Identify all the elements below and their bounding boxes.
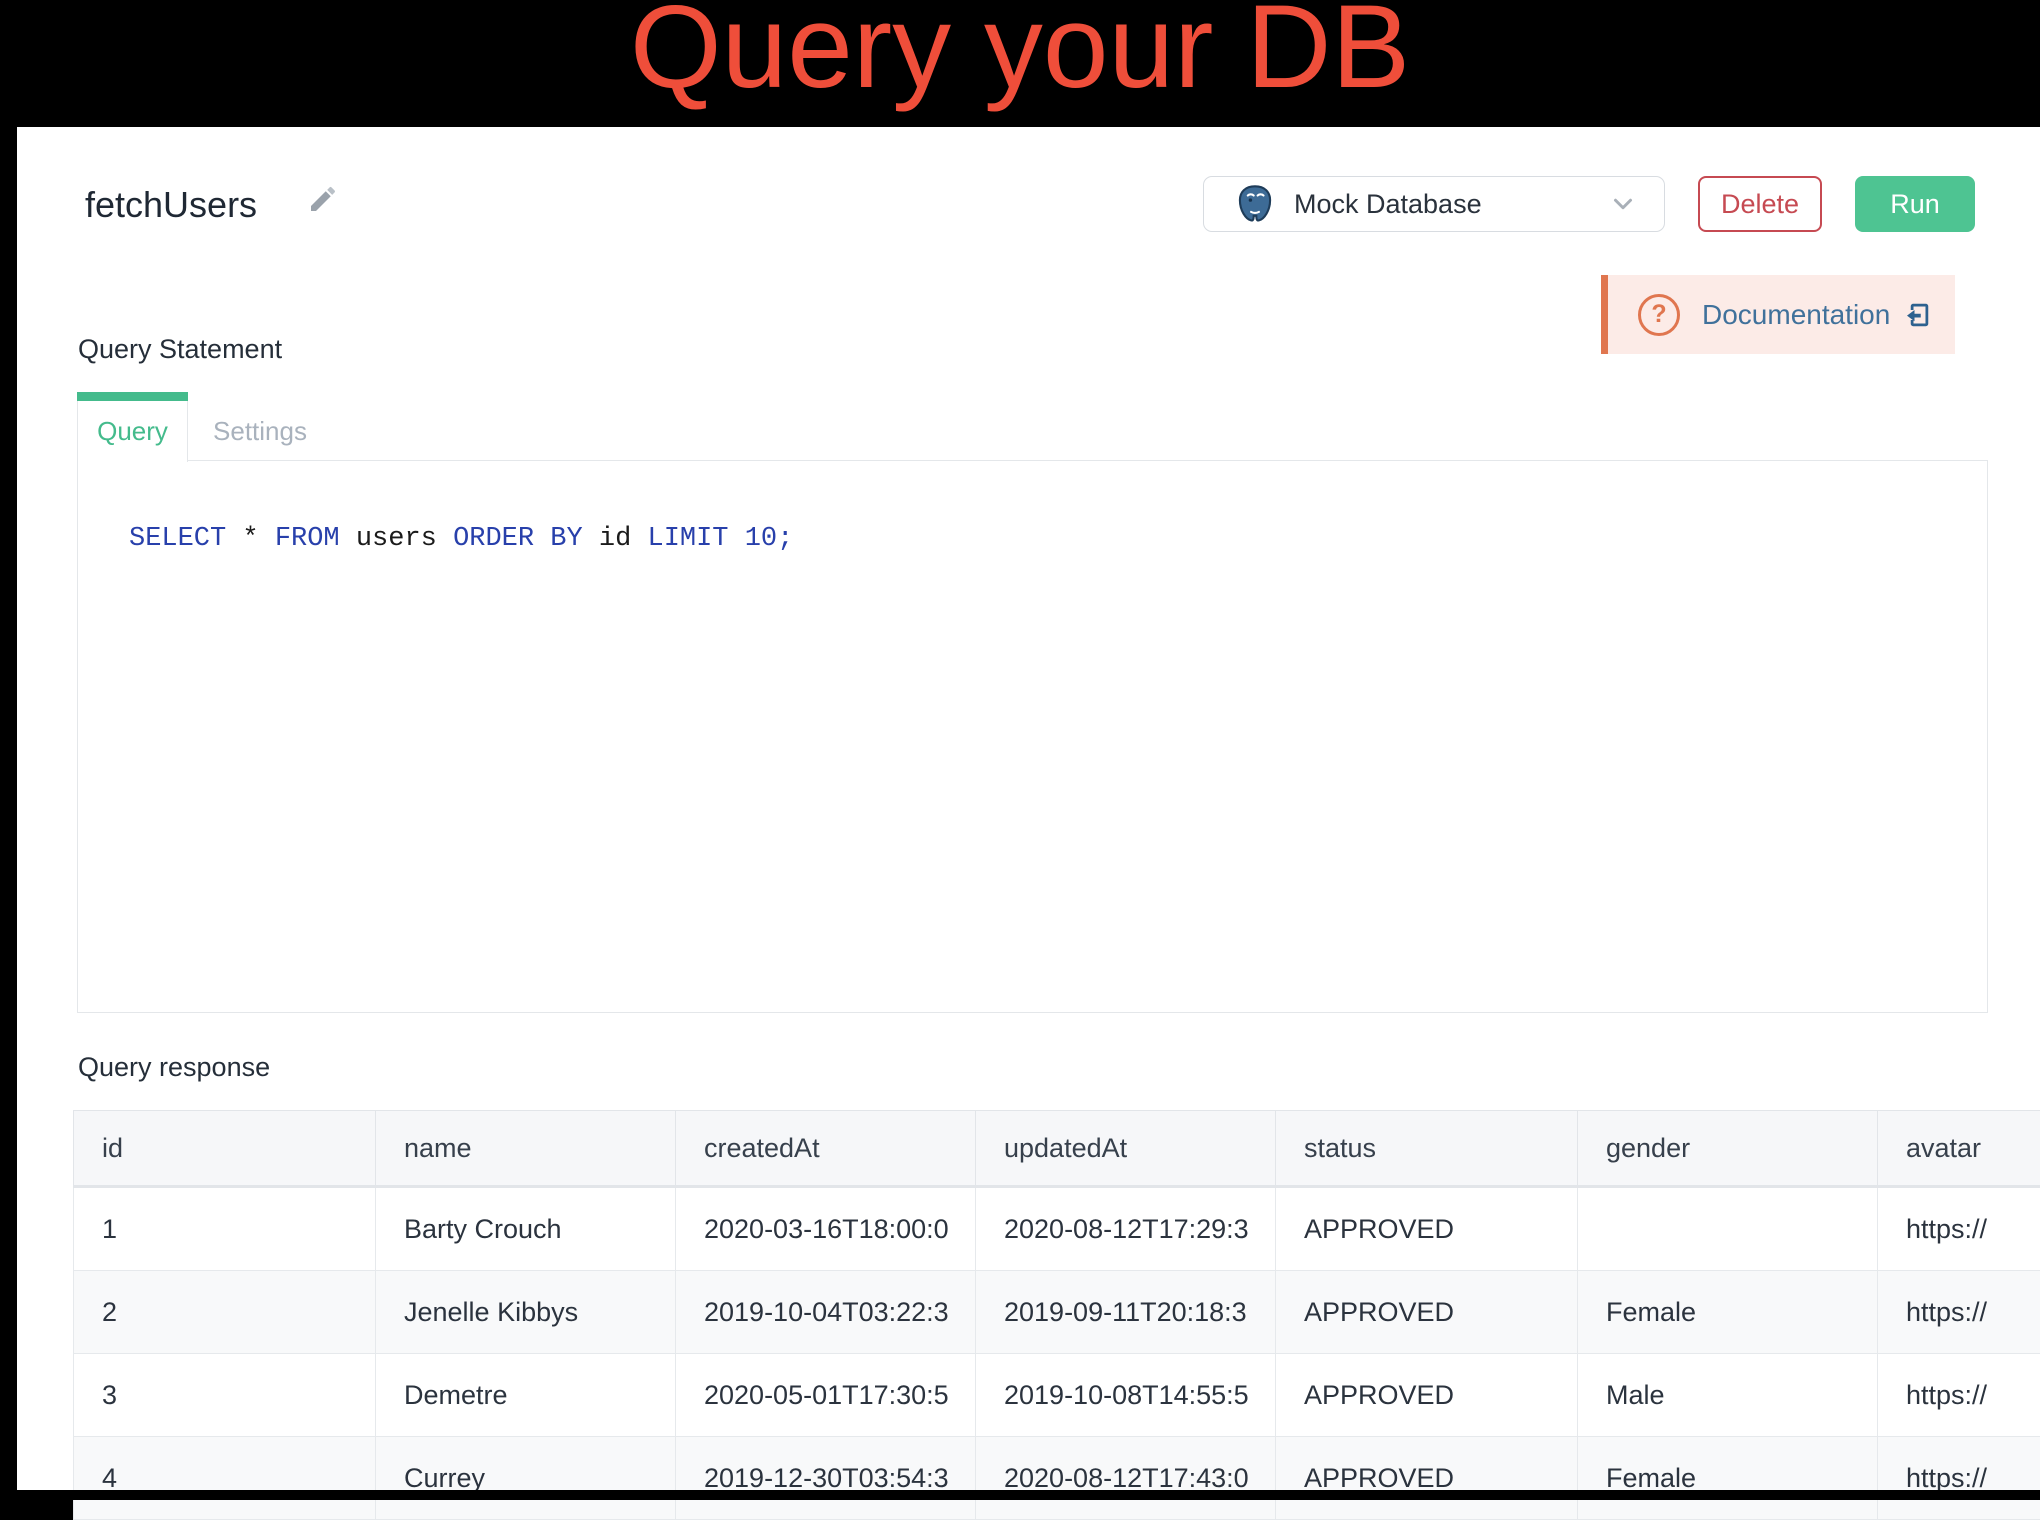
table-row: 1Barty Crouch2020-03-16T18:00:02020-08-1… xyxy=(74,1187,2040,1271)
sql-token: LIMIT xyxy=(648,524,745,554)
query-editor-panel: fetchUsers Mock Database Delete Run ? Do… xyxy=(17,127,2040,1490)
table-cell: Female xyxy=(1578,1271,1878,1354)
sql-token: users xyxy=(356,524,453,554)
table-cell: Male xyxy=(1578,1354,1878,1437)
table-cell: https:// xyxy=(1878,1354,2040,1437)
edit-query-name-icon[interactable] xyxy=(307,183,339,215)
table-cell: Jenelle Kibbys xyxy=(376,1271,676,1354)
table-cell: 2020-08-12T17:29:3 xyxy=(976,1187,1276,1271)
table-cell: APPROVED xyxy=(1276,1271,1578,1354)
table-cell: Barty Crouch xyxy=(376,1187,676,1271)
sql-token: 10; xyxy=(745,524,794,554)
column-header-updatedAt: updatedAt xyxy=(976,1111,1276,1187)
table-cell: https:// xyxy=(1878,1437,2040,1520)
sql-token: ORDER BY xyxy=(453,524,599,554)
bottom-black-bar xyxy=(0,1490,2040,1500)
open-documentation-icon xyxy=(1902,300,1932,330)
table-cell: Demetre xyxy=(376,1354,676,1437)
table-cell: 3 xyxy=(74,1354,376,1437)
sql-token: SELECT xyxy=(129,524,242,554)
table-row: 4Currey2019-12-30T03:54:32020-08-12T17:4… xyxy=(74,1437,2040,1520)
postgresql-icon xyxy=(1234,183,1276,225)
chevron-down-icon xyxy=(1608,189,1638,219)
database-selector[interactable]: Mock Database xyxy=(1203,176,1665,232)
table-cell: 2020-08-12T17:43:0 xyxy=(976,1437,1276,1520)
query-name: fetchUsers xyxy=(85,184,257,226)
table-cell: https:// xyxy=(1878,1271,2040,1354)
page-title: Query your DB xyxy=(0,0,2040,110)
table-cell: 2020-05-01T17:30:5 xyxy=(676,1354,976,1437)
documentation-accent-bar xyxy=(1601,275,1608,354)
table-row: 3Demetre2020-05-01T17:30:52019-10-08T14:… xyxy=(74,1354,2040,1437)
table-cell: 2020-03-16T18:00:0 xyxy=(676,1187,976,1271)
table-cell: APPROVED xyxy=(1276,1187,1578,1271)
delete-button[interactable]: Delete xyxy=(1698,176,1822,232)
tab-query-label: Query xyxy=(78,401,187,462)
table-cell: Currey xyxy=(376,1437,676,1520)
table-cell: 2019-10-04T03:22:3 xyxy=(676,1271,976,1354)
run-button[interactable]: Run xyxy=(1855,176,1975,232)
documentation-label: Documentation xyxy=(1702,299,1890,331)
table-cell: 2019-10-08T14:55:5 xyxy=(976,1354,1276,1437)
table-cell: Female xyxy=(1578,1437,1878,1520)
table-cell: APPROVED xyxy=(1276,1437,1578,1520)
sql-token: FROM xyxy=(275,524,356,554)
documentation-link[interactable]: ? Documentation xyxy=(1608,275,1955,354)
help-question-icon: ? xyxy=(1638,294,1680,336)
column-header-gender: gender xyxy=(1578,1111,1878,1187)
active-tab-indicator xyxy=(77,392,188,401)
database-selector-value: Mock Database xyxy=(1294,189,1608,220)
table-cell: 4 xyxy=(74,1437,376,1520)
tab-query[interactable]: Query xyxy=(77,392,188,462)
column-header-createdAt: createdAt xyxy=(676,1111,976,1187)
table-cell: 2019-12-30T03:54:3 xyxy=(676,1437,976,1520)
query-statement-label: Query Statement xyxy=(78,334,282,365)
sql-token: id xyxy=(599,524,648,554)
tab-settings[interactable]: Settings xyxy=(190,401,330,461)
column-header-status: status xyxy=(1276,1111,1578,1187)
sql-editor[interactable]: SELECT * FROM users ORDER BY id LIMIT 10… xyxy=(77,460,1988,1013)
sql-statement: SELECT * FROM users ORDER BY id LIMIT 10… xyxy=(129,523,793,555)
sql-token: * xyxy=(242,524,274,554)
column-header-avatar: avatar xyxy=(1878,1111,2040,1187)
query-response-label: Query response xyxy=(78,1052,270,1083)
table-cell: 1 xyxy=(74,1187,376,1271)
table-cell: 2 xyxy=(74,1271,376,1354)
table-cell xyxy=(1578,1187,1878,1271)
table-cell: https:// xyxy=(1878,1187,2040,1271)
column-header-name: name xyxy=(376,1111,676,1187)
table-header-row: idnamecreatedAtupdatedAtstatusgenderavat… xyxy=(74,1111,2040,1187)
column-header-id: id xyxy=(74,1111,376,1187)
query-response-table: idnamecreatedAtupdatedAtstatusgenderavat… xyxy=(73,1110,2040,1520)
table-cell: 2019-09-11T20:18:3 xyxy=(976,1271,1276,1354)
table-row: 2Jenelle Kibbys2019-10-04T03:22:32019-09… xyxy=(74,1271,2040,1354)
table-cell: APPROVED xyxy=(1276,1354,1578,1437)
